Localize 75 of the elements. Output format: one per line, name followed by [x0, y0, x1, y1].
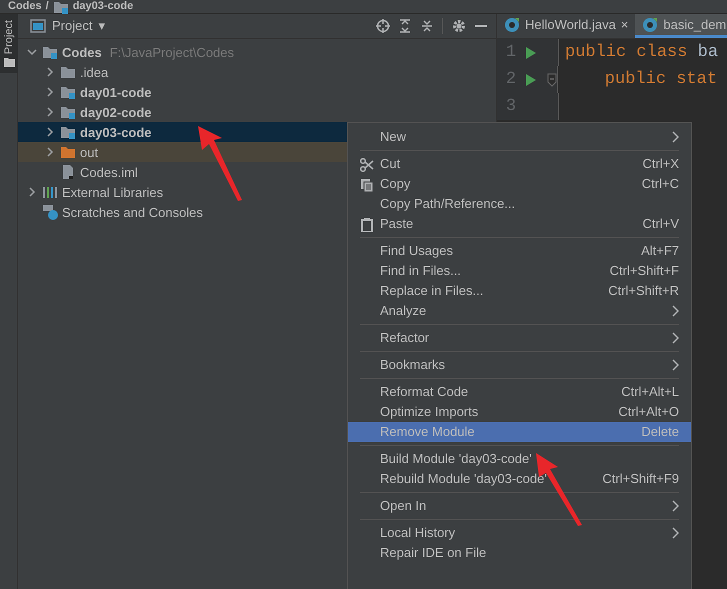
separator-slash: /: [46, 0, 49, 14]
menu-item[interactable]: Copy Ctrl+C: [348, 174, 691, 194]
code-line: public class ba: [564, 42, 718, 64]
menu-item[interactable]: Build Module 'day03-code': [348, 449, 691, 469]
module-folder-icon: [60, 105, 76, 120]
run-icon[interactable]: [525, 72, 537, 86]
shortcut-label: Ctrl+Shift+F: [610, 262, 679, 280]
tree-item-label: Scratches and Consoles: [62, 204, 203, 222]
editor-tab[interactable]: basic_dem: [635, 14, 727, 38]
class-icon: [504, 16, 520, 32]
collapse-all-icon: [420, 19, 434, 33]
shortcut-label: Ctrl+Shift+F9: [602, 470, 679, 488]
project-path: F:\JavaProject\Codes: [110, 44, 234, 62]
tree-item-label: Codes.iml: [80, 164, 138, 182]
scissors-icon: [360, 158, 374, 172]
shortcut-label: Delete: [641, 423, 679, 442]
tree-item[interactable]: day01-code: [18, 82, 496, 102]
tree-item-label: day01-code: [80, 84, 152, 102]
expand-all-icon: [398, 19, 412, 33]
clipboard-icon: [360, 218, 374, 232]
folder-icon: [60, 145, 76, 160]
settings-icon: [452, 19, 466, 33]
code-line: public stat: [604, 68, 718, 91]
scratch-icon: [42, 204, 58, 220]
tree-item-label: day02-code: [80, 104, 152, 122]
tree-item-label: External Libraries: [62, 184, 164, 202]
dropdown-caret[interactable]: ▾: [98, 16, 106, 36]
module-folder-icon: [60, 125, 76, 140]
shortcut-label: Ctrl+Shift+R: [608, 282, 679, 300]
menu-item[interactable]: Bookmarks: [348, 355, 691, 375]
tree-item-label: day03-code: [80, 124, 152, 142]
shortcut-label: Ctrl+X: [642, 155, 679, 174]
tree-item[interactable]: .idea: [18, 62, 496, 82]
shortcut-label: Ctrl+Alt+L: [621, 383, 679, 402]
breadcrumb-item[interactable]: Codes: [8, 0, 42, 15]
tree-item[interactable]: day02-code: [18, 102, 496, 122]
file-icon: [60, 164, 76, 180]
locate-icon: [376, 19, 390, 33]
menu-item[interactable]: Local History: [348, 523, 691, 543]
tree-item-label: .idea: [80, 64, 108, 82]
class-icon: [642, 16, 658, 32]
menu-item[interactable]: Repair IDE on File: [348, 543, 691, 563]
menu-item[interactable]: Analyze: [348, 301, 691, 321]
panel-title[interactable]: Project: [52, 16, 92, 36]
library-icon: [42, 185, 58, 200]
module-folder-icon: [52, 0, 69, 14]
menu-item[interactable]: Optimize Imports Ctrl+Alt+O: [348, 402, 691, 422]
editor-tab[interactable]: HelloWorld.java ×: [497, 14, 636, 38]
tree-item[interactable]: Codes F:\JavaProject\Codes: [18, 42, 496, 62]
module-folder-icon: [60, 85, 76, 100]
menu-item[interactable]: Paste Ctrl+V: [348, 214, 691, 234]
menu-item[interactable]: Reformat Code Ctrl+Alt+L: [348, 382, 691, 402]
breadcrumb-item[interactable]: day03-code: [72, 0, 134, 15]
menu-item[interactable]: Replace in Files... Ctrl+Shift+R: [348, 281, 691, 301]
tree-item-label: Codes: [62, 44, 102, 62]
close-icon[interactable]: ×: [620, 14, 628, 34]
module-folder-icon: [42, 45, 58, 60]
shortcut-label: Ctrl+C: [642, 175, 679, 194]
folder-icon: [60, 65, 76, 80]
menu-item[interactable]: Find Usages Alt+F7: [348, 241, 691, 261]
shortcut-label: Ctrl+Alt+O: [618, 403, 679, 422]
menu-item[interactable]: Refactor: [348, 328, 691, 348]
folder-icon: [4, 58, 14, 68]
menu-item[interactable]: Find in Files... Ctrl+Shift+F: [348, 261, 691, 281]
run-icon[interactable]: [525, 46, 537, 60]
menu-item[interactable]: Copy Path/Reference...: [348, 194, 691, 214]
shortcut-label: Alt+F7: [641, 242, 679, 260]
tool-window-tab[interactable]: Project: [0, 14, 18, 74]
menu-item[interactable]: Open In: [348, 496, 691, 516]
shortcut-label: Ctrl+V: [642, 215, 679, 234]
menu-item[interactable]: Rebuild Module 'day03-code' Ctrl+Shift+F9: [348, 469, 691, 489]
copy-icon: [360, 178, 374, 192]
fold-icon[interactable]: [547, 72, 557, 86]
project-window-icon: [30, 19, 46, 33]
tree-item-label: out: [80, 144, 98, 162]
